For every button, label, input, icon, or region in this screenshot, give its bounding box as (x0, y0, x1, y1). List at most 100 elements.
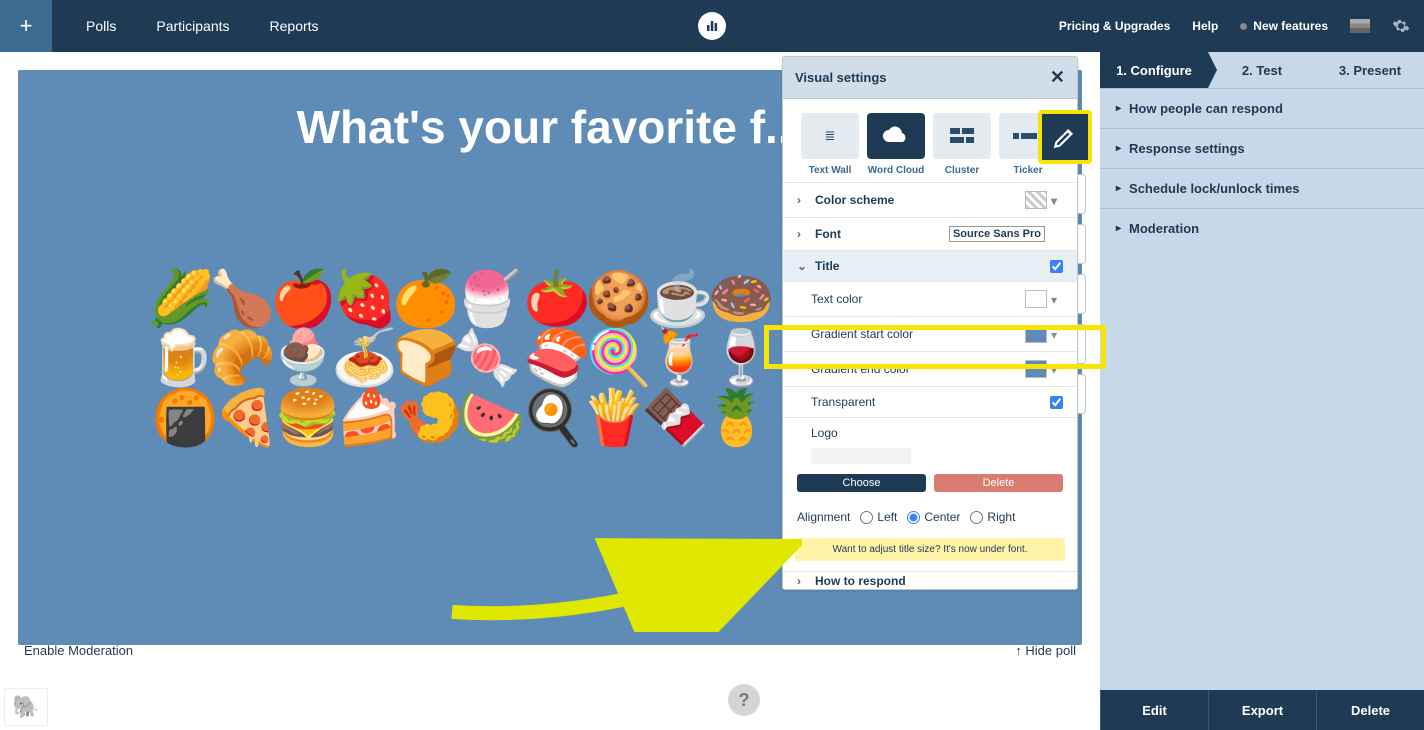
chevron-down-icon: ▾ (1051, 194, 1063, 206)
flag-icon[interactable] (1350, 19, 1370, 33)
how-respond-label: How to respond (815, 574, 906, 588)
visual-settings-button[interactable] (1038, 110, 1092, 164)
accordion-response-settings[interactable]: ▸ Response settings (1100, 128, 1424, 168)
chevron-down-icon: ⌄ (797, 259, 811, 273)
title-row[interactable]: ⌄ Title (783, 250, 1077, 281)
accordion-how-respond[interactable]: ▸ How people can respond (1100, 88, 1424, 128)
close-icon[interactable]: ✕ (1050, 67, 1065, 88)
visualization-types: ≣Text Wall Word Cloud Cluster Ticker (783, 99, 1077, 182)
font-row[interactable]: › Font Source Sans Pro (783, 217, 1077, 250)
title-size-tip: Want to adjust title size? It's now unde… (795, 538, 1065, 561)
triangle-right-icon: ▸ (1116, 183, 1121, 194)
wizard-steps: 1. Configure 2. Test 3. Present (1100, 52, 1424, 88)
add-button[interactable]: + (0, 0, 52, 52)
align-left-label: Left (877, 510, 897, 524)
edit-button[interactable]: Edit (1100, 690, 1208, 730)
chevron-right-icon: › (797, 193, 811, 207)
triangle-right-icon: ▸ (1116, 103, 1121, 114)
nav-links: Polls Participants Reports (52, 18, 319, 34)
canvas-column: What's your favorite f... 🌽🍗🍎🍓🍊🍧 🍅🍪☕🍩🍺🥐🍨… (0, 52, 1100, 730)
color-scheme-row[interactable]: ›Color scheme▾ (783, 182, 1077, 217)
vis-type-label: Word Cloud (867, 165, 925, 176)
vis-type-label: Ticker (999, 165, 1057, 176)
align-right-label: Right (987, 510, 1015, 524)
text-color-row[interactable]: Text color ▾ (783, 281, 1077, 316)
chevron-right-icon: › (797, 574, 811, 588)
transparent-label: Transparent (811, 395, 875, 409)
accordion-label: Schedule lock/unlock times (1129, 181, 1300, 196)
logo-row: Logo (783, 417, 1077, 448)
nav-polls[interactable]: Polls (86, 18, 116, 34)
grad-end-swatch[interactable] (1025, 360, 1047, 378)
visual-settings-title: Visual settings (795, 70, 887, 85)
delete-poll-button[interactable]: Delete (1316, 690, 1424, 730)
align-right-radio[interactable] (970, 511, 983, 524)
export-button[interactable]: Export (1208, 690, 1316, 730)
grad-start-swatch[interactable] (1025, 325, 1047, 343)
step-test[interactable]: 2. Test (1208, 52, 1316, 88)
enable-moderation-link[interactable]: Enable Moderation (24, 643, 133, 658)
font-label: Font (815, 227, 841, 241)
text-color-swatch[interactable] (1025, 290, 1047, 308)
action-bar: Edit Export Delete (1100, 690, 1424, 730)
accordion-schedule[interactable]: ▸ Schedule lock/unlock times (1100, 168, 1424, 208)
align-center-option[interactable]: Center (907, 510, 960, 524)
gear-icon[interactable] (1392, 17, 1410, 35)
transparent-row[interactable]: Transparent (783, 386, 1077, 417)
nav-reports[interactable]: Reports (270, 18, 319, 34)
align-left-radio[interactable] (860, 511, 873, 524)
top-nav: + Polls Participants Reports Pricing & U… (0, 0, 1424, 52)
visual-settings-panel: Visual settings ✕ ≣Text Wall Word Cloud … (782, 56, 1078, 590)
nav-help[interactable]: Help (1192, 19, 1218, 33)
alignment-row: Alignment Left Center Right (783, 502, 1077, 532)
vis-type-word-cloud[interactable]: Word Cloud (867, 113, 925, 176)
nav-pricing[interactable]: Pricing & Upgrades (1059, 19, 1170, 33)
vis-type-cluster[interactable]: Cluster (933, 113, 991, 176)
logo-buttons: Choose Delete (783, 468, 1077, 502)
visual-settings-header: Visual settings ✕ (783, 57, 1077, 99)
title-checkbox[interactable] (1050, 260, 1063, 273)
chevron-down-icon: ▾ (1051, 363, 1063, 375)
color-scheme-swatch[interactable] (1025, 191, 1047, 209)
chevron-right-icon: › (797, 227, 811, 241)
alignment-label: Alignment (797, 510, 850, 524)
text-color-label: Text color (811, 292, 862, 306)
accordion-moderation[interactable]: ▸ Moderation (1100, 208, 1424, 248)
accordion-label: Response settings (1129, 141, 1245, 156)
accordion-label: Moderation (1129, 221, 1199, 236)
triangle-right-icon: ▸ (1116, 223, 1121, 234)
transparent-checkbox[interactable] (1050, 396, 1063, 409)
step-configure[interactable]: 1. Configure (1100, 52, 1208, 88)
align-left-option[interactable]: Left (860, 510, 897, 524)
choose-button[interactable]: Choose (797, 474, 926, 492)
hide-poll-link[interactable]: ↑ Hide poll (1015, 643, 1076, 658)
gradient-end-row[interactable]: Gradient end color ▾ (783, 351, 1077, 386)
status-dot-icon (1240, 23, 1247, 30)
align-right-option[interactable]: Right (970, 510, 1015, 524)
gradient-start-row[interactable]: Gradient start color▾ (783, 316, 1077, 351)
step-present[interactable]: 3. Present (1316, 52, 1424, 88)
vis-type-label: Text Wall (801, 165, 859, 176)
right-sidebar: 1. Configure 2. Test 3. Present ▸ How peo… (1100, 52, 1424, 730)
accordion-label: How people can respond (1129, 101, 1283, 116)
logo-preview (811, 448, 911, 464)
nav-new-features[interactable]: New features (1240, 19, 1328, 33)
title-label: Title (815, 259, 839, 273)
triangle-right-icon: ▸ (1116, 143, 1121, 154)
app-logo (698, 12, 726, 40)
align-center-label: Center (924, 510, 960, 524)
grad-end-label: Gradient end color (811, 362, 910, 376)
how-to-respond-row[interactable]: › How to respond (783, 571, 1077, 589)
font-select[interactable]: Source Sans Pro (949, 226, 1045, 242)
delete-button[interactable]: Delete (934, 474, 1063, 492)
nav-participants[interactable]: Participants (156, 18, 229, 34)
logo-label: Logo (811, 426, 838, 440)
align-center-radio[interactable] (907, 511, 920, 524)
nav-right: Pricing & Upgrades Help New features (1059, 17, 1424, 35)
help-chat-button[interactable]: ? (728, 684, 760, 716)
vis-type-label: Cluster (933, 165, 991, 176)
word-cloud: 🌽🍗🍎🍓🍊🍧 🍅🍪☕🍩🍺🥐🍨🍝🍞🍬 🍣🍭🍹🍷🍘🍕🍔🍰🍤🍉🍳🍟🍫🍍 (138, 270, 778, 448)
new-features-label: New features (1253, 19, 1328, 33)
vis-type-text-wall[interactable]: ≣Text Wall (801, 113, 859, 176)
chevron-down-icon: ▾ (1051, 293, 1063, 305)
